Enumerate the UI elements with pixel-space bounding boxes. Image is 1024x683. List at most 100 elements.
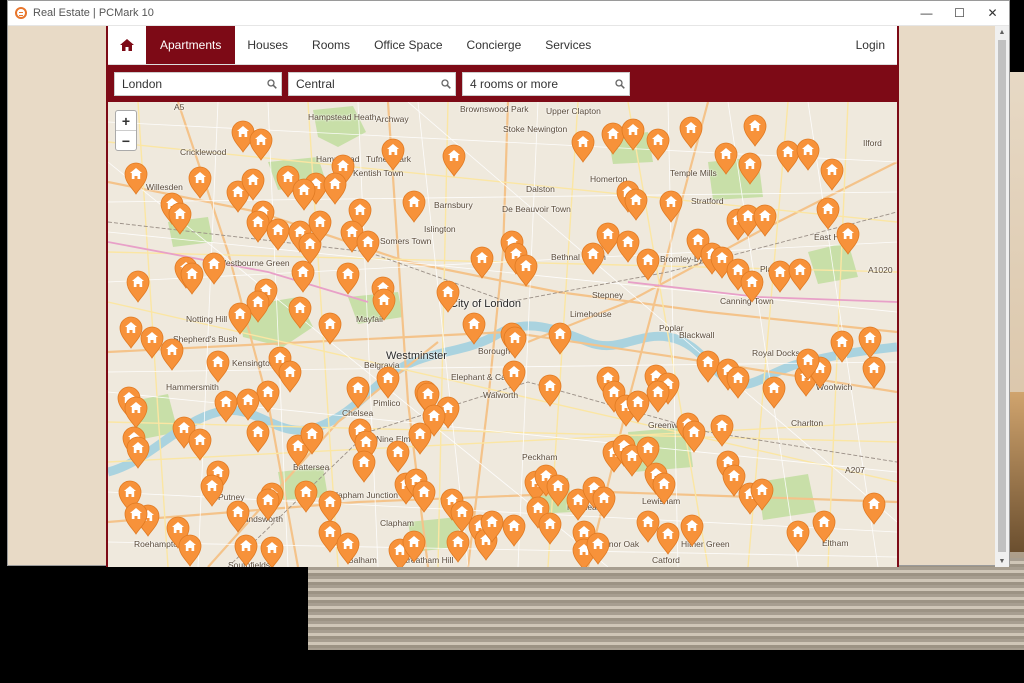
home-button[interactable] <box>108 26 146 64</box>
listing-marker[interactable] <box>659 190 683 223</box>
listing-marker[interactable] <box>753 204 777 237</box>
listing-marker[interactable] <box>738 152 762 185</box>
listing-marker[interactable] <box>168 202 192 235</box>
listing-marker[interactable] <box>830 330 854 363</box>
listing-marker[interactable] <box>249 128 273 161</box>
listing-marker[interactable] <box>372 288 396 321</box>
listing-marker[interactable] <box>256 380 280 413</box>
listing-marker[interactable] <box>446 530 470 563</box>
scroll-down-arrow[interactable]: ▼ <box>995 555 1009 567</box>
listing-marker[interactable] <box>768 260 792 293</box>
close-button[interactable]: ✕ <box>976 1 1009 25</box>
listing-marker[interactable] <box>679 116 703 149</box>
listing-marker[interactable] <box>502 360 526 393</box>
maximize-button[interactable]: ☐ <box>943 1 976 25</box>
listing-marker[interactable] <box>356 230 380 263</box>
listing-marker[interactable] <box>228 302 252 335</box>
listing-marker[interactable] <box>160 338 184 371</box>
listing-marker[interactable] <box>336 262 360 295</box>
listing-marker[interactable] <box>836 222 860 255</box>
listing-marker[interactable] <box>714 142 738 175</box>
listing-marker[interactable] <box>636 510 660 543</box>
nav-services[interactable]: Services <box>533 26 603 64</box>
listing-marker[interactable] <box>246 210 270 243</box>
search-icon[interactable] <box>267 78 277 89</box>
listing-marker[interactable] <box>546 474 570 507</box>
listing-marker[interactable] <box>571 130 595 163</box>
listing-marker[interactable] <box>862 356 886 389</box>
listing-marker[interactable] <box>318 490 342 523</box>
listing-marker[interactable] <box>656 522 680 555</box>
scroll-up-arrow[interactable]: ▲ <box>995 26 1009 38</box>
listing-marker[interactable] <box>288 296 312 329</box>
listing-marker[interactable] <box>336 532 360 565</box>
listing-marker[interactable] <box>402 190 426 223</box>
listing-marker[interactable] <box>188 428 212 461</box>
listing-marker[interactable] <box>743 114 767 147</box>
nav-houses[interactable]: Houses <box>235 26 300 64</box>
listing-marker[interactable] <box>140 326 164 359</box>
listing-marker[interactable] <box>581 242 605 275</box>
listing-marker[interactable] <box>514 254 538 287</box>
listing-marker[interactable] <box>680 514 704 547</box>
listing-marker[interactable] <box>740 270 764 303</box>
listing-marker[interactable] <box>816 197 840 230</box>
listing-marker[interactable] <box>376 366 400 399</box>
listing-marker[interactable] <box>652 472 676 505</box>
listing-marker[interactable] <box>788 258 812 291</box>
listing-marker[interactable] <box>710 414 734 447</box>
listing-marker[interactable] <box>646 380 670 413</box>
listing-marker[interactable] <box>236 388 260 421</box>
listing-marker[interactable] <box>200 474 224 507</box>
listing-marker[interactable] <box>260 536 284 567</box>
listing-marker[interactable] <box>266 218 290 251</box>
listing-marker[interactable] <box>776 140 800 173</box>
listing-marker[interactable] <box>346 376 370 409</box>
listing-marker[interactable] <box>214 390 238 423</box>
listing-marker[interactable] <box>538 374 562 407</box>
listing-marker[interactable] <box>412 480 436 513</box>
listing-marker[interactable] <box>616 230 640 263</box>
listing-marker[interactable] <box>180 262 204 295</box>
listing-marker[interactable] <box>291 260 315 293</box>
listing-marker[interactable] <box>442 144 466 177</box>
listing-marker[interactable] <box>126 270 150 303</box>
listing-marker[interactable] <box>462 312 486 345</box>
login-link[interactable]: Login <box>844 26 897 64</box>
listing-marker[interactable] <box>762 376 786 409</box>
nav-office-space[interactable]: Office Space <box>362 26 454 64</box>
listing-marker[interactable] <box>256 488 280 521</box>
listing-marker[interactable] <box>820 158 844 191</box>
area-search[interactable] <box>288 71 456 96</box>
listing-marker[interactable] <box>592 486 616 519</box>
listing-marker[interactable] <box>178 534 202 567</box>
map[interactable]: CricklewoodHampsteadArchwayBrownswood Pa… <box>108 102 897 567</box>
city-search[interactable] <box>114 71 282 96</box>
nav-concierge[interactable]: Concierge <box>455 26 534 64</box>
listing-marker[interactable] <box>124 162 148 195</box>
nav-apartments[interactable]: Apartments <box>146 26 236 64</box>
listing-marker[interactable] <box>646 128 670 161</box>
listing-marker[interactable] <box>318 312 342 345</box>
listing-marker[interactable] <box>502 514 526 547</box>
listing-marker[interactable] <box>323 172 347 205</box>
listing-marker[interactable] <box>126 436 150 469</box>
listing-marker[interactable] <box>538 512 562 545</box>
search-icon[interactable] <box>615 78 625 89</box>
listing-marker[interactable] <box>234 534 258 567</box>
listing-marker[interactable] <box>624 188 648 221</box>
listing-marker[interactable] <box>119 316 143 349</box>
scroll-thumb[interactable] <box>998 40 1006 552</box>
zoom-out-button[interactable]: − <box>116 130 136 150</box>
listing-marker[interactable] <box>352 450 376 483</box>
zoom-in-button[interactable]: + <box>116 111 136 130</box>
listing-marker[interactable] <box>278 360 302 393</box>
listing-marker[interactable] <box>786 520 810 553</box>
minimize-button[interactable]: — <box>910 1 943 25</box>
listing-marker[interactable] <box>246 420 270 453</box>
listing-marker[interactable] <box>202 252 226 285</box>
listing-marker[interactable] <box>188 166 212 199</box>
listing-marker[interactable] <box>386 440 410 473</box>
listing-marker[interactable] <box>796 138 820 171</box>
listing-marker[interactable] <box>226 500 250 533</box>
